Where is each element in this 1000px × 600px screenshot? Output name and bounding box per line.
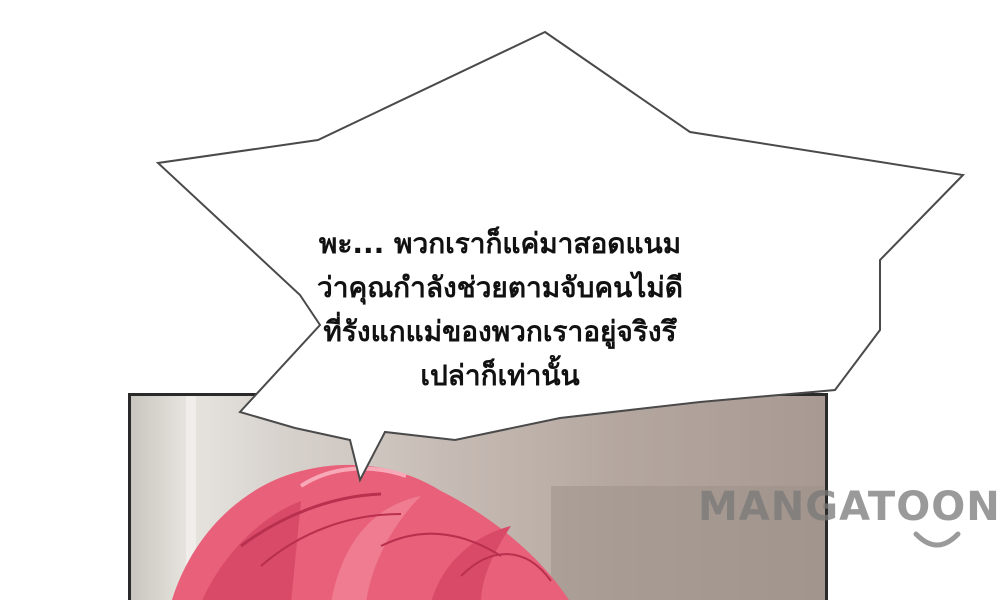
mangatoon-watermark: MANGATOON xyxy=(698,484,1000,530)
watermark-smile-icon xyxy=(913,531,961,548)
speech-bubble-text: พะ... พวกเราก็แค่มาสอดแนม ว่าคุณกำลังช่ว… xyxy=(317,227,683,392)
